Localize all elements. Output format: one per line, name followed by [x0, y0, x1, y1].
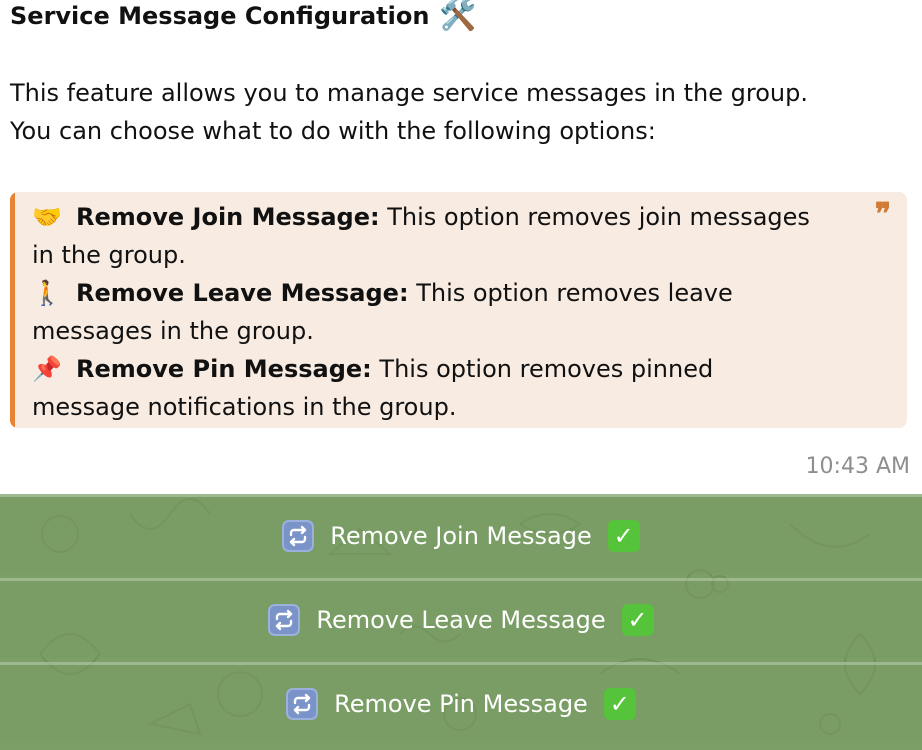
pushpin-icon: 📌 [32, 355, 62, 383]
message-title: Service Message Configuration 🛠️ [10, 0, 477, 32]
repeat-icon [286, 687, 319, 720]
bot-message: Service Message Configuration 🛠️ This fe… [0, 0, 922, 494]
option-description: This option removes join messages [379, 203, 810, 231]
option-remove-join: 🤝 Remove Join Message: This option remove… [32, 198, 872, 236]
option-description: This option removes pinned [371, 355, 714, 383]
inline-keyboard: Remove Join Message ✓ Remove Leave Messa… [0, 494, 922, 750]
option-title: Remove Join Message: [76, 203, 380, 231]
option-title: Remove Pin Message: [76, 355, 372, 383]
walking-person-icon: 🚶 [32, 279, 62, 307]
button-label: Remove Leave Message [316, 605, 606, 634]
tools-icon: 🛠️ [439, 0, 477, 33]
intro-line: You can choose what to do with the follo… [10, 117, 656, 145]
option-title: Remove Leave Message: [76, 279, 409, 307]
check-mark-icon: ✓ [621, 603, 654, 636]
remove-leave-message-button[interactable]: Remove Leave Message ✓ [0, 578, 922, 658]
message-timestamp: 10:43 AM [805, 454, 910, 479]
remove-join-message-button[interactable]: Remove Join Message ✓ [0, 494, 922, 574]
option-remove-pin: 📌 Remove Pin Message: This option removes… [32, 350, 872, 388]
repeat-icon [282, 519, 315, 552]
button-label: Remove Pin Message [334, 689, 588, 718]
intro-text: This feature allows you to manage servic… [10, 74, 890, 150]
option-description-cont: message notifications in the group. [32, 393, 457, 421]
remove-pin-message-button[interactable]: Remove Pin Message ✓ [0, 662, 922, 742]
check-mark-icon: ✓ [607, 519, 640, 552]
message-title-text: Service Message Configuration [10, 2, 430, 30]
options-blockquote: ❞ 🤝 Remove Join Message: This option remo… [10, 192, 907, 428]
quote-icon: ❞ [874, 197, 891, 232]
option-description-cont: in the group. [32, 241, 186, 269]
quote-accent-bar [10, 192, 15, 428]
option-description: This option removes leave [408, 279, 733, 307]
option-remove-leave: 🚶 Remove Leave Message: This option remov… [32, 274, 872, 312]
handshake-icon: 🤝 [32, 203, 62, 231]
button-label: Remove Join Message [330, 521, 592, 550]
repeat-icon [268, 603, 301, 636]
intro-line: This feature allows you to manage servic… [10, 79, 808, 107]
option-description-cont: messages in the group. [32, 317, 314, 345]
options-list: 🤝 Remove Join Message: This option remove… [32, 198, 872, 426]
check-mark-icon: ✓ [603, 687, 636, 720]
